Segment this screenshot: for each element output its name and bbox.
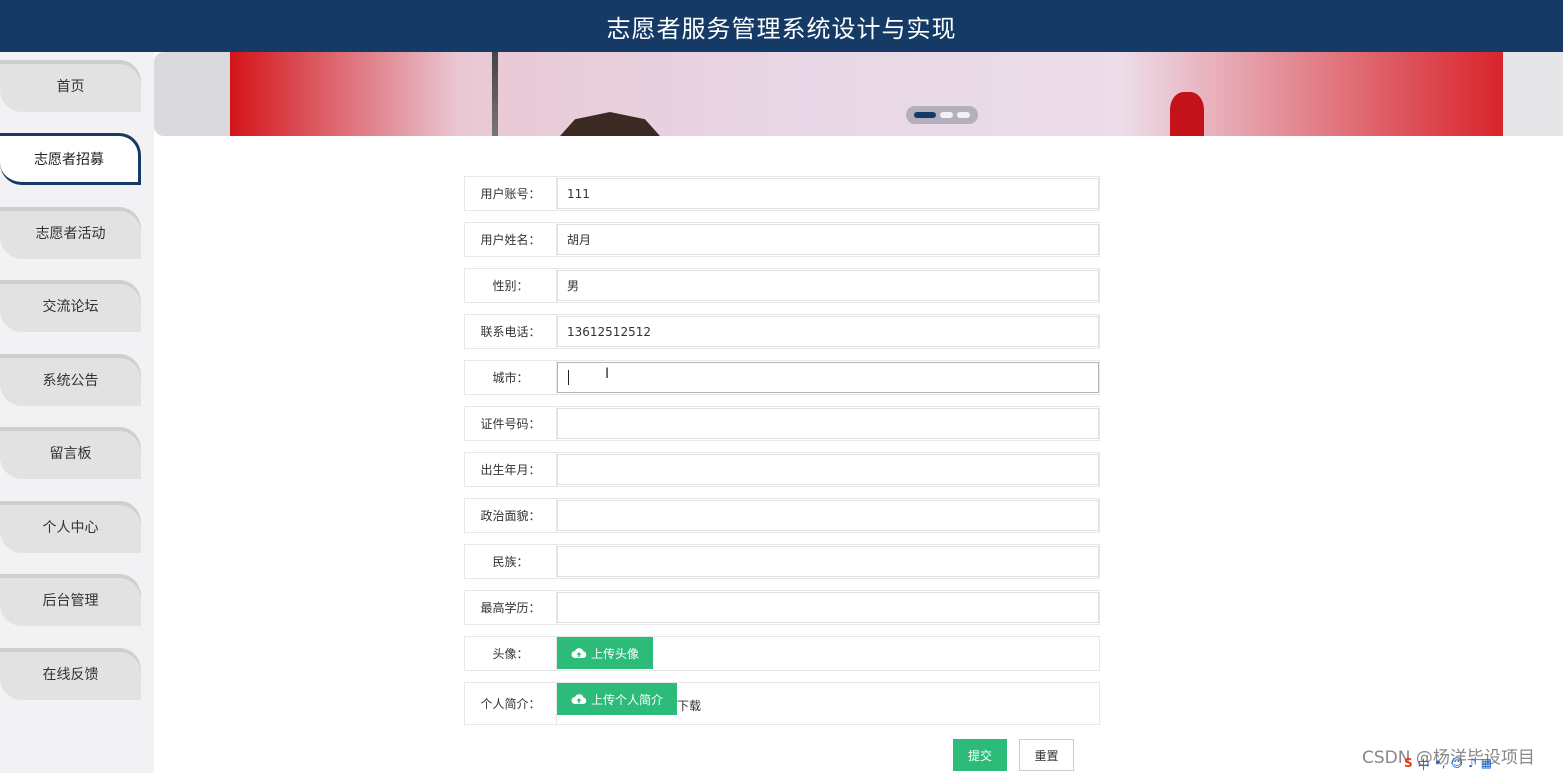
upload-avatar-button[interactable]: 上传头像 [557,637,654,669]
sidebar: 首页 志愿者招募 志愿者活动 交流论坛 系统公告 留言板 个人中心 后台管理 在… [0,52,154,773]
account-input[interactable] [557,178,1099,209]
form-row-city: 城市： Ι [464,360,1100,395]
punctuation-icon: •, [1434,756,1446,770]
sidebar-item-forum[interactable]: 交流论坛 [0,280,141,332]
upload-intro-button[interactable]: 上传个人简介 [557,683,678,715]
form-row-name: 用户姓名： [464,222,1100,257]
form-row-id-number: 证件号码： [464,406,1100,441]
sidebar-item-home[interactable]: 首页 [0,60,141,112]
sidebar-item-feedback[interactable]: 在线反馈 [0,648,141,700]
carousel-indicators [906,106,978,124]
city-input[interactable] [557,362,1099,393]
banner-frame [1503,52,1563,136]
field-label: 政治面貌： [465,499,557,532]
field-label: 民族： [465,545,557,578]
form-row-account: 用户账号： [464,176,1100,211]
cloud-upload-icon [571,648,587,658]
sidebar-item-message-board[interactable]: 留言板 [0,427,141,479]
text-caret [568,370,569,385]
field-label: 个人简介： [465,683,557,724]
carousel-dot-3[interactable] [957,112,970,118]
phone-input[interactable] [557,316,1099,347]
download-link[interactable]: 下载 [677,697,701,714]
id-number-input[interactable] [557,408,1099,439]
field-label: 出生年月： [465,453,557,486]
banner-roof-graphic [560,112,660,136]
submit-button[interactable]: 提交 [953,739,1007,771]
keyboard-icon: ▦ [1480,756,1493,770]
header-bar: 志愿者服务管理系统设计与实现 [0,0,1563,52]
gender-input[interactable] [557,270,1099,301]
ime-toolbar[interactable]: S 中 •, ☺ ♪ ▦ [1404,756,1492,773]
banner-statue-graphic [1170,92,1204,136]
form-row-phone: 联系电话： [464,314,1100,349]
field-label: 头像： [465,637,557,670]
ibeam-cursor-icon: Ι [605,366,610,382]
banner-carousel [154,52,1563,136]
sidebar-item-announcement[interactable]: 系统公告 [0,354,141,406]
name-input[interactable] [557,224,1099,255]
field-label: 用户账号： [465,177,557,210]
form-row-avatar: 头像： 上传头像 [464,636,1100,671]
ime-mode-label: 中 [1417,758,1430,772]
banner-image [230,52,1504,136]
form-row-intro: 个人简介： 上传个人简介 下载 [464,682,1100,725]
microphone-icon: ♪ [1468,756,1476,770]
form-row-birth: 出生年月： [464,452,1100,487]
reset-button[interactable]: 重置 [1019,739,1074,771]
page-title: 志愿者服务管理系统设计与实现 [606,14,957,43]
sidebar-item-volunteer-activity[interactable]: 志愿者活动 [0,207,141,259]
political-status-input[interactable] [557,500,1099,531]
field-label: 最高学历： [465,591,557,624]
sidebar-item-profile[interactable]: 个人中心 [0,501,141,553]
form-row-ethnicity: 民族： [464,544,1100,579]
emoji-icon: ☺ [1450,756,1464,770]
cloud-upload-icon [571,694,587,704]
form-row-gender: 性别： [464,268,1100,303]
field-label: 性别： [465,269,557,302]
carousel-dot-2[interactable] [940,112,953,118]
sogou-logo-icon: S [1404,756,1413,770]
education-input[interactable] [557,592,1099,623]
form-row-political: 政治面貌： [464,498,1100,533]
sidebar-item-admin[interactable]: 后台管理 [0,574,141,626]
field-label: 联系电话： [465,315,557,348]
field-label: 证件号码： [465,407,557,440]
birth-date-input[interactable] [557,454,1099,485]
field-label: 城市： [465,361,557,394]
form-row-education: 最高学历： [464,590,1100,625]
field-label: 用户姓名： [465,223,557,256]
ethnicity-input[interactable] [557,546,1099,577]
banner-tower-graphic [492,52,498,136]
carousel-dot-1[interactable] [914,112,936,118]
sidebar-item-volunteer-recruit[interactable]: 志愿者招募 [0,133,141,185]
